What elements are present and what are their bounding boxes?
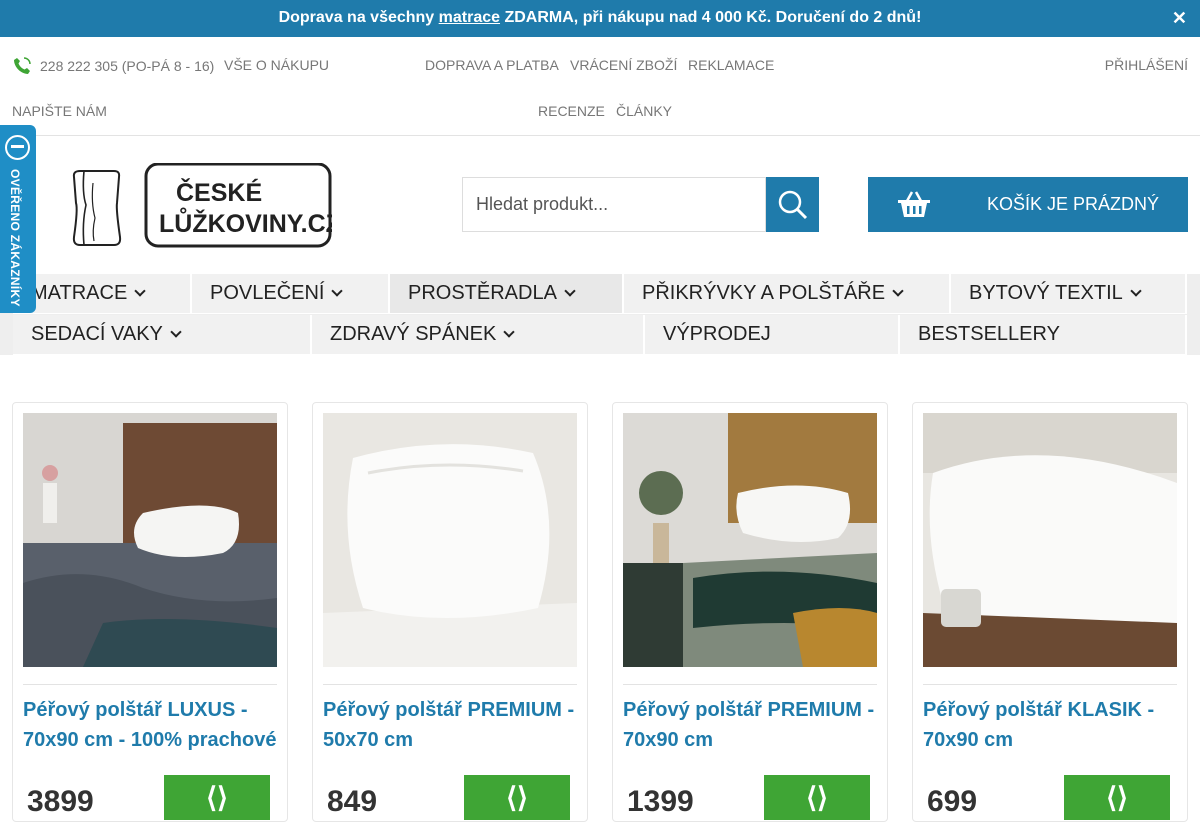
utility-bar: 228 222 305 (PO-PÁ 8 - 16) VŠE O NÁKUPU …: [0, 37, 1200, 136]
close-icon[interactable]: ✕: [1172, 0, 1187, 36]
nav-item-sale[interactable]: VÝPRODEJ: [645, 315, 900, 355]
product-title[interactable]: Péřový polštář KLASIK - 70x90 cm: [923, 695, 1181, 755]
link-complaints[interactable]: REKLAMACE: [688, 57, 774, 73]
chevron-down-icon: [892, 285, 904, 297]
nav-label: ZDRAVÝ SPÁNEK: [330, 323, 497, 345]
login-link[interactable]: PŘIHLÁŠENÍ: [1105, 57, 1188, 73]
product-card: Péřový polštář PREMIUM - 70x90 cm 1399 ⟨…: [612, 402, 888, 822]
product-image[interactable]: [623, 413, 877, 667]
divider: [923, 684, 1177, 685]
nav-item-sheets[interactable]: PROSTĚRADLA: [390, 274, 624, 314]
link-returns[interactable]: VRÁCENÍ ZBOŽÍ: [570, 57, 677, 73]
nav-item-bestsellers[interactable]: BESTSELLERY: [900, 315, 1187, 355]
nav-item-mattresses[interactable]: MATRACE: [13, 274, 192, 314]
product-card: Péřový polštář PREMIUM - 50x70 cm 849 ⟨⟩: [312, 402, 588, 822]
chevron-down-icon: [503, 326, 516, 338]
product-price: 699: [927, 785, 978, 818]
phone-number: 228 222 305 (PO-PÁ 8 - 16): [40, 58, 215, 74]
search-button[interactable]: [766, 177, 819, 232]
basket-icon: [898, 191, 930, 217]
nav-label: BESTSELLERY: [918, 323, 1060, 345]
nav-item-healthy-sleep[interactable]: ZDRAVÝ SPÁNEK: [312, 315, 645, 355]
nav-label: SEDACÍ VAKY: [31, 323, 163, 345]
buy-button[interactable]: ⟨⟩: [764, 775, 870, 820]
cart-label: KOŠÍK JE PRÁZDNÝ: [987, 194, 1160, 214]
nav-label: VÝPRODEJ: [663, 323, 771, 345]
badge-seal-icon: [5, 135, 30, 160]
link-about-shopping[interactable]: VŠE O NÁKUPU: [224, 57, 329, 73]
link-articles[interactable]: ČLÁNKY: [616, 103, 672, 119]
chevron-down-icon: [134, 285, 146, 297]
buy-button[interactable]: ⟨⟩: [164, 775, 270, 820]
logo-line-1: ČESKÉ: [176, 177, 262, 207]
product-card: Péřový polštář KLASIK - 70x90 cm 699 ⟨⟩: [912, 402, 1188, 822]
main-nav: MATRACE POVLEČENÍ PROSTĚRADLA PŘIKRÝVKY …: [0, 274, 1200, 355]
nav-item-home-textile[interactable]: BYTOVÝ TEXTIL: [951, 274, 1187, 314]
product-image[interactable]: [323, 413, 577, 667]
banner-text-end: ZDARMA, při nákupu nad 4 000 Kč. Doručen…: [500, 9, 922, 26]
product-image[interactable]: [23, 413, 277, 667]
verified-badge[interactable]: OVĚŘENO ZÁKAZNÍKY: [0, 125, 36, 313]
search-icon: [778, 190, 807, 219]
product-title[interactable]: Péřový polštář PREMIUM - 50x70 cm: [323, 695, 581, 755]
phone-icon: [14, 57, 31, 74]
shipping-banner: Doprava na všechny matrace ZDARMA, při n…: [0, 0, 1200, 37]
nav-item-bedding[interactable]: POVLEČENÍ: [192, 274, 390, 314]
product-title[interactable]: Péřový polštář PREMIUM - 70x90 cm: [623, 695, 881, 755]
phone-link[interactable]: 228 222 305 (PO-PÁ 8 - 16): [13, 57, 214, 75]
nav-label: PROSTĚRADLA: [408, 282, 557, 304]
buy-button[interactable]: ⟨⟩: [1064, 775, 1170, 820]
search-input[interactable]: [462, 177, 766, 232]
divider: [323, 684, 577, 685]
cart-button[interactable]: KOŠÍK JE PRÁZDNÝ: [868, 177, 1188, 232]
product-title[interactable]: Péřový polštář LUXUS - 70x90 cm - 100% p…: [23, 695, 281, 755]
buy-button[interactable]: ⟨⟩: [464, 775, 570, 820]
chevron-down-icon: [331, 285, 344, 297]
nav-label: POVLEČENÍ: [210, 282, 325, 304]
banner-text-start: Doprava na všechny: [278, 9, 439, 26]
badge-label: OVĚŘENO ZÁKAZNÍKY: [8, 169, 22, 307]
nav-label: MATRACE: [31, 282, 128, 304]
link-contact[interactable]: NAPIŠTE NÁM: [12, 103, 107, 119]
product-price: 849: [327, 785, 378, 818]
divider: [623, 684, 877, 685]
chevron-down-icon: [1130, 285, 1142, 297]
nav-item-duvets-pillows[interactable]: PŘIKRÝVKY A POLŠTÁŘE: [624, 274, 951, 314]
logo-line-2: LŮŽKOVINY.CZ: [159, 206, 332, 238]
link-reviews[interactable]: RECENZE: [538, 103, 605, 119]
divider: [23, 684, 277, 685]
link-shipping-payment[interactable]: DOPRAVA A PLATBA: [425, 57, 559, 73]
nav-label: PŘIKRÝVKY A POLŠTÁŘE: [642, 282, 886, 304]
product-price: 1399: [627, 785, 694, 818]
chevron-down-icon: [170, 326, 182, 338]
search-box: [462, 177, 819, 232]
product-card: Péřový polštář LUXUS - 70x90 cm - 100% p…: [12, 402, 288, 822]
nav-item-bean-bags[interactable]: SEDACÍ VAKY: [13, 315, 312, 355]
chevron-down-icon: [564, 285, 576, 297]
product-price: 3899: [27, 785, 94, 818]
logo[interactable]: ČESKÉ LŮŽKOVINY.CZ: [70, 163, 332, 248]
nav-label: BYTOVÝ TEXTIL: [969, 282, 1123, 304]
banner-mattress-link[interactable]: matrace: [439, 9, 500, 26]
product-image[interactable]: [923, 413, 1177, 667]
